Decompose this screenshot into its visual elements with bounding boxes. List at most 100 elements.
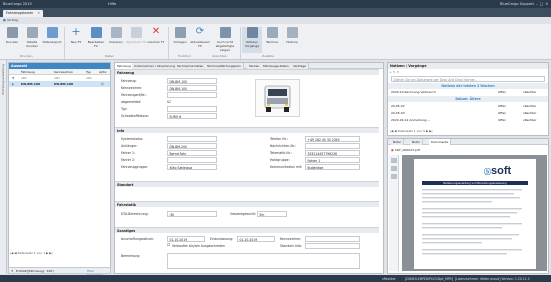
notes-pager[interactable]: |◀ ◀ Datensatz 1 von 5 ▶ ▶| — [390, 129, 433, 133]
pager-nav-icon[interactable]: ▶ ▶| — [426, 129, 433, 133]
label-erstzulassung: Erstzulassung: — [210, 237, 234, 241]
table-row[interactable]: ▶ DN-BM-100 DN-BM-100 ☑ — [9, 81, 110, 87]
title-bar: BlueCargo 2015 Hilfe BlueCargo Support –… — [0, 0, 551, 8]
pager-nav-icon[interactable]: ▶ ▶| — [46, 251, 53, 255]
bemerkung-textarea[interactable] — [167, 253, 360, 269]
filter-cell[interactable]: ABC — [54, 76, 60, 80]
tabelle-drucken-button[interactable]: Tabelle drucken — [22, 27, 42, 53]
filter-expression[interactable]: Enthält([Fahrzeug], '100') — [16, 269, 54, 273]
label-verkaufen: Verkaufen bis/am Ausgeschieden — [172, 244, 225, 248]
column-header[interactable]: Fahrzeug — [21, 70, 35, 74]
delete-icon: ✕ — [151, 26, 161, 37]
notes-title: Notizen / Vorgänge — [388, 63, 548, 69]
filter-cell[interactable]: ABC — [21, 76, 27, 80]
pdf-icon: ▣ — [391, 148, 394, 152]
nicht-abgefertigte-button[interactable]: Auch nicht abgefertigte zeigen — [212, 27, 238, 53]
help-menu[interactable]: Hilfe — [108, 2, 116, 6]
column-header[interactable]: Typ — [86, 70, 91, 74]
fahrer2-input[interactable] — [167, 157, 217, 163]
kommunikation-input[interactable]: Buildridge — [305, 164, 360, 170]
nachricht-input[interactable] — [305, 143, 360, 149]
app-title: BlueCargo 2015 — [3, 1, 32, 6]
comment-icon[interactable] — [391, 174, 397, 179]
notizen-button[interactable]: Notizen Vorgänge — [242, 27, 262, 53]
checkbox-icon[interactable]: ☑ — [101, 82, 104, 86]
telefon-input[interactable]: +49 162 45 33 2345 — [305, 136, 360, 142]
anhaenger-input[interactable]: DN-BM-200 — [167, 143, 217, 149]
standort-info-input[interactable] — [305, 243, 360, 249]
kopieren-button[interactable]: Kopieren — [106, 27, 126, 53]
fahrzeugart-input[interactable] — [167, 92, 217, 98]
dta-select[interactable]: (D) — [167, 211, 217, 217]
schadstoff-input[interactable]: EURO 6 — [167, 113, 217, 119]
doc-file-tab[interactable]: ▣ CDF_000023.pdf — [391, 148, 420, 152]
tab-notiz-2[interactable]: Notiz — [410, 139, 423, 145]
side-tab[interactable]: Fahrzeugverwaltung — [0, 60, 7, 274]
label-standort-info: Standort-Info: — [280, 244, 303, 248]
termine-button[interactable]: Termine — [262, 27, 282, 53]
thumbnail-icon[interactable] — [391, 158, 397, 163]
holdgruppe-input[interactable]: Fahrer 1 — [305, 157, 360, 163]
kennzeichen-input[interactable]: DN-BM-100 — [167, 85, 217, 91]
drucken-button[interactable]: Drucken — [2, 27, 22, 53]
bookmark-icon[interactable] — [391, 166, 397, 171]
list-item[interactable]: 2020-10 Rechnung Verbrauch Offen vRechte… — [388, 89, 548, 95]
systemstatus-input[interactable] — [167, 136, 217, 142]
label-dta: DTA-Berechnung: — [121, 212, 149, 216]
window-controls[interactable]: –▢✕ — [536, 2, 550, 6]
label-fahrer2: Fahrer 2: — [121, 158, 136, 162]
column-header[interactable]: Kennzeichen — [54, 70, 73, 74]
pager-nav-icon[interactable]: |◀ ◀ — [10, 251, 17, 255]
filter-close-icon[interactable]: ✕ — [11, 269, 14, 273]
text-lines-graphic — [422, 189, 522, 255]
close-icon[interactable]: ✕ — [37, 11, 40, 15]
label-schadstoff: Schadstoffklasse: — [121, 114, 149, 118]
bearbeiten-button[interactable]: Bearbeiten F2 — [86, 27, 106, 53]
doc-text-lines — [422, 189, 528, 264]
group-label: Ansichten — [212, 54, 227, 58]
neu-button[interactable]: + Neu F5 — [66, 26, 86, 53]
doc-subtitle: Bedienungsanleitung und Benutzungsanweis… — [422, 181, 528, 185]
filter-cell[interactable]: ABC — [86, 76, 92, 80]
filter-bar: ✕ Enthält([Fahrzeug], '100') Filter bear… — [8, 267, 111, 277]
tab-fahrzeugstamm[interactable]: Fahrzeugstamm ✕ — [3, 9, 44, 17]
label-fahrzeuggruppe: Fahrzeuggruppe: — [121, 165, 148, 169]
anschaffung-input[interactable]: 01.10.2019 — [167, 236, 205, 242]
pdf-viewer[interactable]: ⓑsoft Bedienungsanleitung und Benutzungs… — [402, 155, 547, 271]
speichern-button[interactable]: Speichern F3 — [126, 27, 146, 53]
dropzone-input[interactable]: Ziehen Sie ein Dokument per Drag And Dro… — [391, 76, 545, 82]
verkaufen-checkbox[interactable]: ☐ — [167, 243, 170, 247]
add-icon[interactable]: ＋ — [389, 70, 392, 74]
aktualisieren-button[interactable]: ⟳ Aktualisieren F5 — [190, 27, 210, 53]
fahrzeug-input[interactable]: DN-BM-100 — [167, 78, 217, 84]
pager[interactable]: |◀ ◀ Datensatz 1 von 1 ▶ ▶| — [10, 251, 53, 255]
notes-toolbar[interactable]: ＋ ✎ ✕ — [389, 70, 399, 74]
gesamtgewicht-select[interactable]: Ein — [257, 211, 287, 217]
telematik-input[interactable]: 353214457796226 — [305, 150, 360, 156]
vorlagen-button[interactable]: Vorlagen — [170, 27, 190, 53]
fahrer1-input[interactable]: Bernd Fahr — [167, 150, 217, 156]
list-item[interactable]: 20-05-03 Offen vRechter — [388, 110, 548, 116]
truck-image — [255, 79, 300, 117]
column-header[interactable]: Aktiv — [99, 70, 107, 74]
sonst-kennzeichen-input[interactable] — [305, 236, 360, 242]
typ-input[interactable] — [167, 106, 217, 112]
user-name[interactable]: BlueCargo Support — [500, 2, 534, 6]
group-label: Zusätze — [262, 54, 274, 58]
list-item[interactable]: 20-05-02 Offen vRechter — [388, 103, 548, 109]
tab-dokumente[interactable]: Dokumente — [429, 139, 452, 145]
template-icon — [174, 27, 186, 38]
pdf-page: ⓑsoft Bedienungsanleitung und Benutzungs… — [414, 159, 536, 269]
tab-notiz[interactable]: Notiz — [391, 139, 404, 145]
historie-button[interactable]: Historie — [282, 27, 302, 53]
list-item[interactable]: 2020-04-12 Anmeldung ... Offen vRechter — [388, 117, 548, 123]
group-header[interactable]: Datum: Ältere — [388, 96, 548, 102]
pager-nav-icon[interactable]: |◀ ◀ — [390, 129, 397, 133]
loeschen-button[interactable]: ✕ Löschen F7 — [146, 27, 166, 53]
erstzulassung-input[interactable]: 01.10.2019 — [237, 236, 275, 242]
delete-icon[interactable]: ✕ — [396, 70, 399, 74]
datenexport-button[interactable]: Datenexport — [42, 27, 62, 53]
quick-access[interactable]: ■ Vortrag — [3, 18, 18, 23]
fahrzeuggruppe-input[interactable]: 40to Sattelzug — [167, 164, 217, 170]
abgemeldet-checkbox[interactable]: ☑ — [167, 99, 171, 104]
